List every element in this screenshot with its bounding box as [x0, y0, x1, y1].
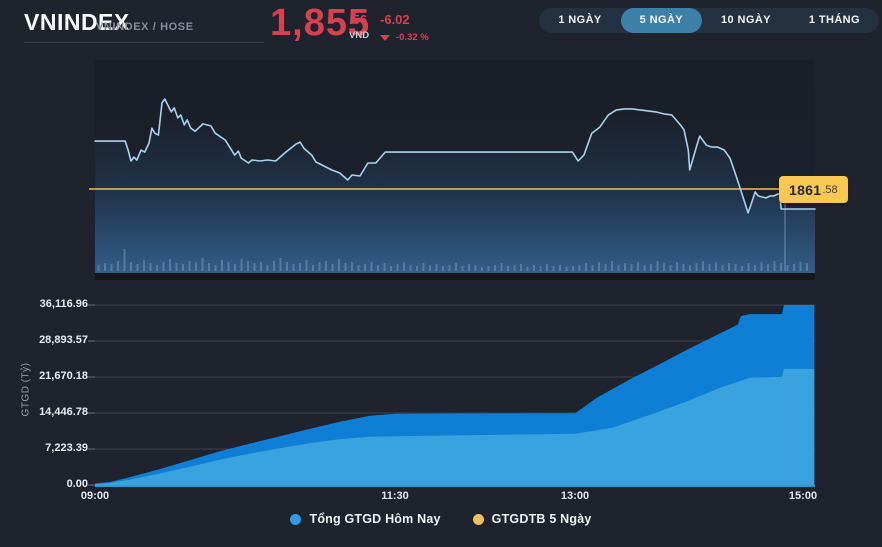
header-divider: [24, 42, 264, 43]
currency-label: VND: [349, 30, 370, 41]
reference-price-decimal: .58: [822, 183, 838, 196]
legend-item-avg5d[interactable]: GTGDTB 5 Ngày: [472, 512, 592, 526]
price-sub-block: .56 VND: [349, 12, 369, 41]
xtick-1500: 15:00: [788, 490, 818, 502]
volume-ytick-4: 7,223.39: [45, 442, 88, 454]
xtick-1130: 11:30: [381, 490, 409, 502]
volume-ytick-1: 28,893.57: [39, 334, 88, 346]
chart-legend: Tổng GTGD Hôm Nay GTGDTB 5 Ngày: [0, 512, 882, 526]
price-change-block: -6.02 -0.32 %: [380, 12, 429, 43]
legend-label-today: Tổng GTGD Hôm Nay: [309, 512, 441, 526]
price-change-pct: -0.32 %: [396, 32, 429, 43]
volume-axis-title: GTGD (Tỷ): [20, 362, 32, 417]
volume-ytick-0: 36,116.96: [39, 298, 88, 310]
legend-dot-yellow: [472, 513, 484, 525]
range-button-10-ngay[interactable]: 10 NGÀY: [702, 8, 790, 33]
price-decimal: .56: [349, 12, 368, 27]
range-button-1-ngay[interactable]: 1 NGÀY: [539, 8, 620, 33]
range-button-5-ngay[interactable]: 5 NGÀY: [620, 8, 703, 33]
volume-ytick-5: 0.00: [66, 478, 88, 490]
legend-dot-blue: [290, 513, 302, 525]
price-chart[interactable]: [0, 55, 882, 305]
reference-price-main: 1861: [789, 181, 822, 198]
volume-ytick-3: 14,446.78: [39, 406, 88, 418]
volume-ytick-2: 21,670.18: [39, 370, 88, 382]
price-change: -6.02: [380, 12, 410, 27]
xtick-1300: 13:00: [560, 490, 590, 502]
arrow-down-icon: [380, 34, 390, 41]
legend-label-avg5d: GTGDTB 5 Ngày: [491, 512, 592, 526]
legend-item-today[interactable]: Tổng GTGD Hôm Nay: [290, 512, 440, 526]
xtick-0900: 09:00: [80, 490, 110, 502]
reference-price-badge: 1861 .58: [779, 176, 848, 203]
range-button-group: 1 NGÀY 5 NGÀY 10 NGÀY 1 THÁNG: [539, 8, 879, 33]
range-button-1-thang[interactable]: 1 THÁNG: [790, 8, 879, 33]
volume-chart[interactable]: [0, 290, 882, 505]
symbol-subtitle: VNINDEX / HOSE: [96, 21, 194, 33]
